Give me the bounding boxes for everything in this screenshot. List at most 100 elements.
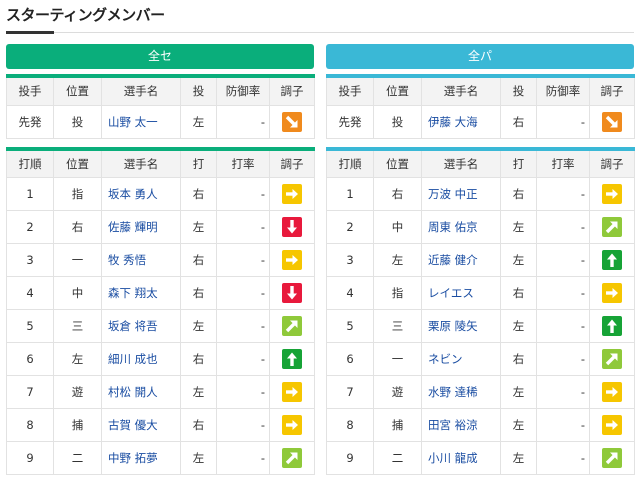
central-league-panel: 全セ 投手 位置 選手名 投 防御率 調子 先発 投 山野 太一 左 - 打順 … [6, 44, 315, 475]
position: 右 [373, 177, 422, 211]
position: 一 [53, 243, 102, 277]
position: 捕 [53, 408, 102, 442]
position: 左 [53, 342, 102, 376]
position: 二 [53, 441, 102, 475]
player-name-link[interactable]: 牧 秀悟 [101, 243, 181, 277]
col-header-era: 防御率 [536, 75, 590, 106]
bats: 右 [180, 177, 217, 211]
batting-order: 9 [6, 441, 54, 475]
condition-cell [269, 342, 315, 376]
player-name-link[interactable]: 坂倉 将吾 [101, 309, 181, 343]
position: 指 [53, 177, 102, 211]
player-name-link[interactable]: 万波 中正 [421, 177, 501, 211]
bats: 右 [180, 276, 217, 310]
up-right-arrow-icon [282, 448, 302, 468]
batting-order: 6 [6, 342, 54, 376]
lineup-row: 2 右佐藤 輝明左 - [6, 210, 315, 244]
col-header-player-name: 選手名 [101, 148, 181, 178]
player-name-link[interactable]: ネビン [421, 342, 501, 376]
pitcher-table-central: 投手 位置 選手名 投 防御率 調子 先発 投 山野 太一 左 - [6, 74, 315, 139]
bats: 左 [180, 441, 217, 475]
condition-cell [589, 243, 635, 277]
position: 遊 [373, 375, 422, 409]
player-name-link[interactable]: 古賀 優大 [101, 408, 181, 442]
col-header-batting-order: 打順 [6, 148, 54, 178]
batting-order: 2 [6, 210, 54, 244]
col-header-player-name: 選手名 [421, 75, 501, 106]
pitcher-era: - [536, 104, 590, 139]
pitcher-position: 投 [373, 104, 422, 139]
pitcher-row: 先発 投 山野 太一 左 - [6, 104, 315, 139]
batting-order: 5 [326, 309, 374, 343]
condition-cell [589, 441, 635, 475]
batting-average: - [536, 276, 590, 310]
player-name-link[interactable]: 佐藤 輝明 [101, 210, 181, 244]
up-arrow-icon [282, 349, 302, 369]
col-header-condition: 調子 [269, 75, 315, 106]
batting-average: - [536, 441, 590, 475]
player-name-link[interactable]: 栗原 陵矢 [421, 309, 501, 343]
player-name-link[interactable]: 村松 開人 [101, 375, 181, 409]
col-header-throws: 投 [180, 75, 217, 106]
lineup-row: 7 遊水野 達稀左 - [326, 375, 635, 409]
pitcher-role: 先発 [6, 104, 54, 139]
condition-cell [269, 375, 315, 409]
up-right-arrow-icon [282, 316, 302, 336]
player-name-link[interactable]: レイエス [421, 276, 501, 310]
lineup-row: 1 指坂本 勇人右 - [6, 177, 315, 211]
bats: 左 [500, 375, 537, 409]
condition-cell [269, 177, 315, 211]
condition-cell [269, 276, 315, 310]
bats: 右 [180, 408, 217, 442]
player-name-link[interactable]: 田宮 裕涼 [421, 408, 501, 442]
lineup-row: 7 遊村松 開人左 - [6, 375, 315, 409]
position: 左 [373, 243, 422, 277]
player-name-link[interactable]: 森下 翔太 [101, 276, 181, 310]
up-arrow-icon [602, 316, 622, 336]
lineup-row: 6 一ネビン右 - [326, 342, 635, 376]
player-name-link[interactable]: 水野 達稀 [421, 375, 501, 409]
pitcher-condition-cell [589, 104, 635, 139]
position: 三 [53, 309, 102, 343]
batting-average: - [536, 210, 590, 244]
batting-average: - [536, 309, 590, 343]
batting-average: - [216, 210, 270, 244]
condition-cell [589, 309, 635, 343]
bats: 右 [500, 276, 537, 310]
batting-average: - [216, 177, 270, 211]
pitcher-throws: 右 [500, 104, 537, 139]
pitcher-header-row: 投手 位置 選手名 投 防御率 調子 [326, 75, 635, 106]
lineup-row: 3一牧 秀悟右 - [6, 243, 315, 277]
lineup-row: 4 指レイエス右 - [326, 276, 635, 310]
col-header-batting-average: 打率 [536, 148, 590, 178]
player-name-link[interactable]: 中野 拓夢 [101, 441, 181, 475]
player-name-link[interactable]: 近藤 健介 [421, 243, 501, 277]
page-title: スターティングメンバー [6, 6, 165, 24]
pitcher-era: - [216, 104, 270, 139]
condition-cell [269, 309, 315, 343]
batting-average: - [216, 276, 270, 310]
batting-order: 5 [6, 309, 54, 343]
bats: 左 [500, 408, 537, 442]
lineup-table-central: 打順 位置 選手名 打 打率 調子 1 指坂本 勇人右 -2 右佐藤 輝明左 -3 一牧 … [6, 146, 315, 475]
player-name-link[interactable]: 小川 龍成 [421, 441, 501, 475]
batting-order: 4 [6, 276, 54, 310]
pitcher-name-link[interactable]: 山野 太一 [101, 104, 181, 139]
bats: 右 [180, 342, 217, 376]
lineup-header-row: 打順 位置 選手名 打 打率 調子 [6, 148, 315, 178]
col-header-era: 防御率 [216, 75, 270, 106]
down-arrow-icon [282, 217, 302, 237]
position: 三 [373, 309, 422, 343]
pitcher-name-link[interactable]: 伊藤 大海 [421, 104, 501, 139]
right-arrow-icon [282, 382, 302, 402]
player-name-link[interactable]: 周東 佑京 [421, 210, 501, 244]
up-right-arrow-icon [602, 217, 622, 237]
col-header-throws: 投 [500, 75, 537, 106]
player-name-link[interactable]: 坂本 勇人 [101, 177, 181, 211]
lineup-row: 8 捕古賀 優大右 - [6, 408, 315, 442]
position: 右 [53, 210, 102, 244]
position: 中 [373, 210, 422, 244]
player-name-link[interactable]: 細川 成也 [101, 342, 181, 376]
lineup-row: 4 中森下 翔太右 - [6, 276, 315, 310]
batting-order: 8 [6, 408, 54, 442]
